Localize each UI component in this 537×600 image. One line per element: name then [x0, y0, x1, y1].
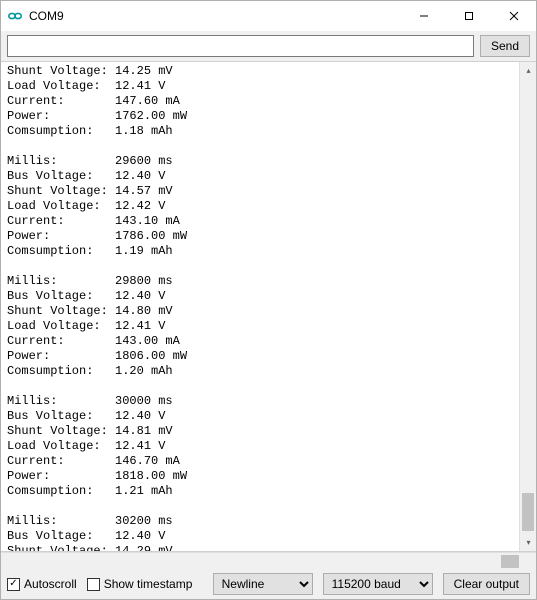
- timestamp-label: Show timestamp: [104, 577, 193, 591]
- vertical-scrollbar[interactable]: ▴ ▾: [519, 62, 536, 551]
- minimize-button[interactable]: [401, 1, 446, 31]
- serial-output-text: Shunt Voltage: 14.25 mV Load Voltage: 12…: [1, 62, 519, 551]
- send-button[interactable]: Send: [480, 35, 530, 57]
- clear-output-button[interactable]: Clear output: [443, 573, 530, 595]
- bottom-bar: ✓ Autoscroll Show timestamp Newline 1152…: [1, 569, 536, 599]
- input-row: Send: [1, 31, 536, 62]
- scroll-down-icon[interactable]: ▾: [520, 534, 536, 551]
- timestamp-checkbox[interactable]: Show timestamp: [87, 577, 193, 591]
- arduino-icon: [7, 8, 23, 24]
- window-title: COM9: [29, 9, 64, 23]
- titlebar: COM9: [1, 1, 536, 31]
- serial-monitor-window: COM9 Send Shunt Voltage: 14.25 mV Load V…: [0, 0, 537, 600]
- serial-input[interactable]: [7, 35, 474, 57]
- close-button[interactable]: [491, 1, 536, 31]
- horizontal-scrollbar[interactable]: [1, 552, 536, 569]
- autoscroll-label: Autoscroll: [24, 577, 77, 591]
- scroll-thumb[interactable]: [522, 493, 534, 531]
- checkbox-icon: ✓: [7, 578, 20, 591]
- scroll-up-icon[interactable]: ▴: [520, 62, 536, 79]
- scroll-thumb-h[interactable]: [501, 555, 519, 568]
- autoscroll-checkbox[interactable]: ✓ Autoscroll: [7, 577, 77, 591]
- maximize-button[interactable]: [446, 1, 491, 31]
- line-ending-select[interactable]: Newline: [213, 573, 313, 595]
- baud-rate-select[interactable]: 115200 baud: [323, 573, 433, 595]
- checkbox-icon: [87, 578, 100, 591]
- output-area: Shunt Voltage: 14.25 mV Load Voltage: 12…: [1, 62, 536, 552]
